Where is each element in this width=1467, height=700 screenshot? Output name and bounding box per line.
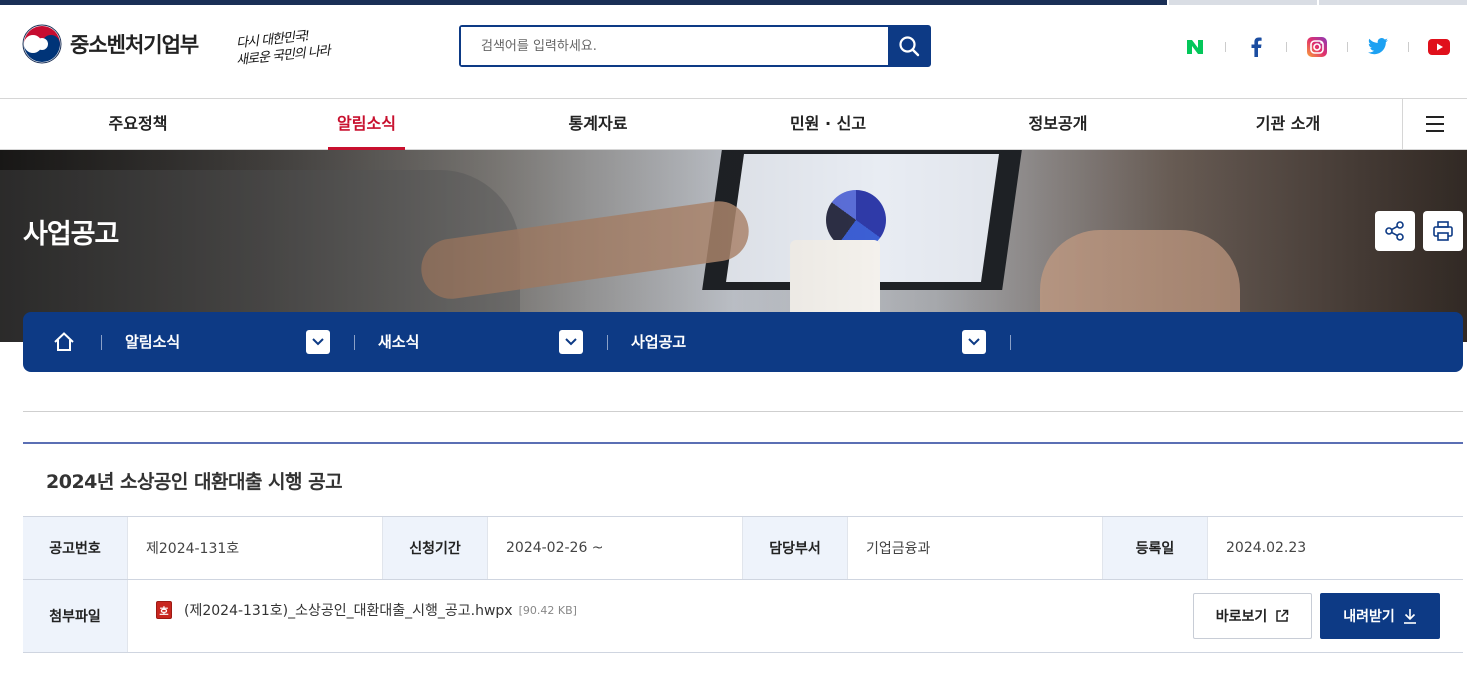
print-button[interactable] xyxy=(1423,211,1463,251)
nav-item-statistics[interactable]: 통계자료 xyxy=(508,99,688,149)
twitter-icon[interactable] xyxy=(1367,36,1389,58)
location-divider xyxy=(101,335,102,350)
all-menu-button[interactable] xyxy=(1402,99,1467,149)
department: 기업금융과 xyxy=(847,517,1102,579)
chevron-down-icon xyxy=(968,338,980,346)
breadcrumb-depth3[interactable]: 사업공고 xyxy=(631,312,686,372)
location-divider xyxy=(354,335,355,350)
chevron-down-icon xyxy=(565,338,577,346)
sns-links xyxy=(1184,36,1450,58)
post-info-row: 공고번호 제2024-131호 신청기간 2024-02-26 ~ 담당부서 기… xyxy=(23,517,1463,580)
label-registration-date: 등록일 xyxy=(1102,517,1207,579)
share-button[interactable] xyxy=(1375,211,1415,251)
label-application-period: 신청기간 xyxy=(382,517,487,579)
board-top-line xyxy=(23,442,1463,444)
hamburger-icon-line xyxy=(1426,130,1444,132)
home-icon xyxy=(54,332,74,351)
page-title: 사업공고 xyxy=(23,219,119,250)
nav-item-about[interactable]: 기관 소개 xyxy=(1198,99,1378,149)
hwp-file-icon: 호 xyxy=(156,601,172,619)
label-department: 담당부서 xyxy=(742,517,847,579)
search-box xyxy=(459,25,931,67)
sns-divider xyxy=(1408,42,1409,52)
attachment-file: 호 (제2024-131호)_소상공인_대환대출_시행_공고.hwpx [90.… xyxy=(156,600,577,620)
preview-button-label: 바로보기 xyxy=(1215,609,1268,625)
search-input[interactable] xyxy=(461,27,888,65)
content-divider xyxy=(23,411,1463,412)
instagram-icon[interactable] xyxy=(1306,36,1328,58)
main-navigation: 주요정책 알림소식 통계자료 민원 · 신고 정보공개 기관 소개 xyxy=(0,98,1467,150)
breadcrumb-depth2-dropdown[interactable] xyxy=(559,330,583,354)
print-icon xyxy=(1433,221,1453,241)
chevron-down-icon xyxy=(312,338,324,346)
location-divider xyxy=(1010,335,1011,350)
post-title: 2024년 소상공인 대환대출 시행 공고 xyxy=(46,471,343,493)
breadcrumb-depth1-dropdown[interactable] xyxy=(306,330,330,354)
download-icon xyxy=(1403,609,1416,624)
label-attachment: 첨부파일 xyxy=(23,580,127,652)
nav-item-news[interactable]: 알림소식 xyxy=(328,99,405,150)
registration-date: 2024.02.23 xyxy=(1207,517,1463,579)
nav-item-policy[interactable]: 주요정책 xyxy=(48,99,228,149)
announcement-number: 제2024-131호 xyxy=(127,517,382,579)
nav-item-information[interactable]: 정보공개 xyxy=(968,99,1148,149)
preview-button[interactable]: 바로보기 xyxy=(1193,593,1312,639)
share-icon xyxy=(1385,221,1404,241)
home-link[interactable] xyxy=(53,331,75,357)
top-utility-tabs xyxy=(1167,0,1467,5)
taegeuk-logo-icon xyxy=(22,24,62,64)
sns-divider xyxy=(1286,42,1287,52)
attachment-file-size: [90.42 KB] xyxy=(518,603,577,617)
hamburger-icon-line xyxy=(1426,123,1444,125)
location-bar: 알림소식 새소식 사업공고 xyxy=(23,312,1463,372)
download-button[interactable]: 내려받기 xyxy=(1320,593,1440,639)
facebook-icon[interactable] xyxy=(1245,36,1267,58)
youtube-icon[interactable] xyxy=(1428,36,1450,58)
naver-blog-icon[interactable] xyxy=(1184,36,1206,58)
breadcrumb-depth3-dropdown[interactable] xyxy=(962,330,986,354)
breadcrumb-depth1[interactable]: 알림소식 xyxy=(125,312,180,372)
location-divider xyxy=(607,335,608,350)
hamburger-icon xyxy=(1426,116,1444,118)
download-button-label: 내려받기 xyxy=(1343,609,1395,625)
label-announcement-number: 공고번호 xyxy=(23,517,127,579)
breadcrumb-depth2[interactable]: 새소식 xyxy=(378,312,419,372)
search-icon xyxy=(898,36,919,57)
nav-item-civil-complaint[interactable]: 민원 · 신고 xyxy=(738,99,918,149)
logo-text: 중소벤처기업부 xyxy=(70,33,199,57)
application-period: 2024-02-26 ~ xyxy=(487,517,742,579)
attachment-file-name[interactable]: (제2024-131호)_소상공인_대환대출_시행_공고.hwpx xyxy=(184,600,513,620)
slogan: 다시 대한민국! 새로운 국민의 나라 xyxy=(236,29,340,70)
external-link-icon xyxy=(1276,609,1289,622)
sns-divider xyxy=(1225,42,1226,52)
search-button[interactable] xyxy=(888,27,929,65)
ministry-logo[interactable]: 중소벤처기업부 xyxy=(22,24,199,64)
sns-divider xyxy=(1347,42,1348,52)
